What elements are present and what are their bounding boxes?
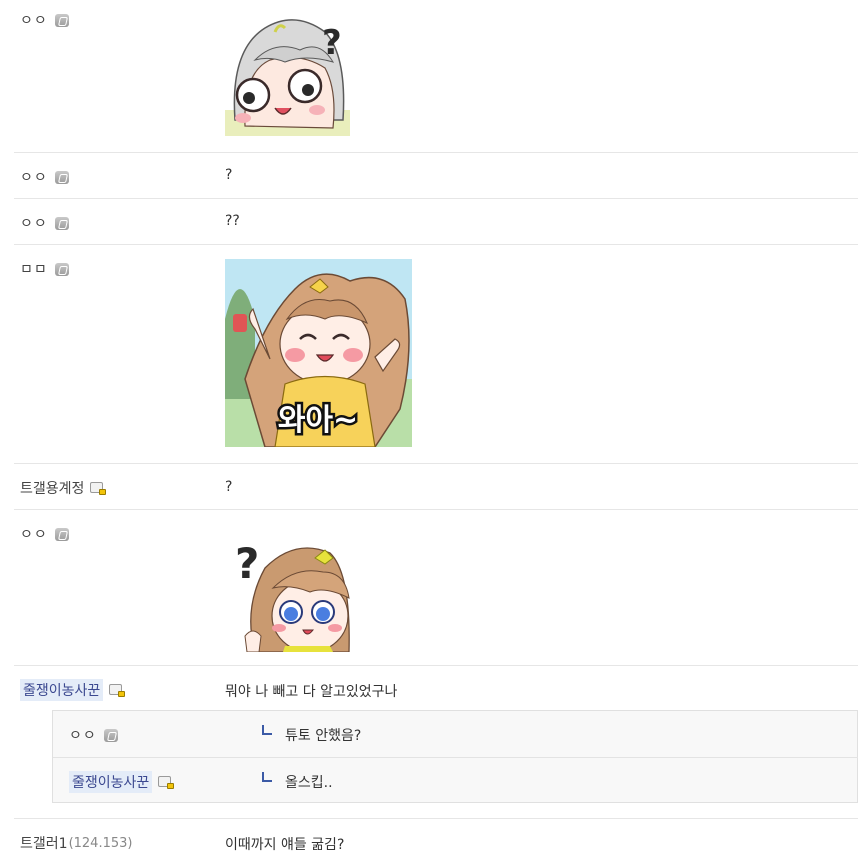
comment-item: 트갤러1 (124.153) 이때까지 얘들 굶김? [14,818,858,863]
comment-nickname[interactable]: ㅁㅁ [20,257,69,281]
reply-text: 튜토 안했음? [285,728,362,744]
comment-text: ?? [225,213,240,229]
comment-text: ? [225,167,233,183]
reply-text: 올스킵.. [285,775,333,791]
fixed-nick-lock-icon [90,481,107,495]
dccon-sticker-brown-hair-girl-question: ? [225,528,351,652]
comment-item: 줄쟁이농사꾼 뭐야 나 빼고 다 알고있었구나 [14,665,858,711]
gray-g-icon [54,13,69,27]
comment-text: ? [225,479,233,495]
reply-arrow-icon [262,772,272,782]
comment-item: ㅇㅇ ?? [14,198,858,244]
comment-ip: (124.153) [68,835,133,851]
comment-text: 뭐야 나 빼고 다 알고있었구나 [225,684,398,700]
svg-text:?: ? [322,23,342,63]
reply-item: 줄쟁이농사꾼 올스킵.. [53,757,858,803]
gray-g-icon [54,262,69,276]
comment-nickname[interactable]: ㅇㅇ [20,211,69,235]
comment-nickname[interactable]: ㅇㅇ [20,165,69,189]
svg-text:?: ? [235,539,259,588]
gray-g-icon [54,170,69,184]
gray-g-icon [103,728,118,742]
comment-item: ㅇㅇ ? [14,0,858,152]
comment-item: ㅇㅇ ? [14,509,858,665]
reply-item: ㅇㅇ 튜토 안했음? [53,711,858,757]
comment-nickname[interactable]: 줄쟁이농사꾼 [20,678,126,702]
reply-list: ㅇㅇ 튜토 안했음? 줄쟁이농사꾼 올스킵.. [52,710,858,803]
comment-nickname[interactable]: 트갤러1 (124.153) [20,831,132,855]
gray-g-icon [54,216,69,230]
fixed-nick-lock-icon [158,775,175,789]
reply-nickname[interactable]: ㅇㅇ [69,723,118,747]
reply-nickname[interactable]: 줄쟁이농사꾼 [69,770,175,794]
gray-g-icon [54,527,69,541]
comment-nickname[interactable]: 트갤용계정 [20,476,107,500]
comment-text: 이때까지 얘들 굶김? [225,837,345,853]
comment-item: 트갤용계정 ? [14,463,858,509]
sticker-caption: 와아~ [278,403,358,438]
comment-item: ㅁㅁ 와아~ [14,244,858,463]
dccon-sticker-silver-hair-girl: ? [225,10,350,136]
comment-nickname[interactable]: ㅇㅇ [20,522,69,546]
comment-nickname[interactable]: ㅇㅇ [20,8,69,32]
dccon-sticker-brown-hair-girl-waa: 와아~ [225,259,412,447]
comment-item: ㅇㅇ ? [14,152,858,198]
fixed-nick-lock-icon [109,683,126,697]
reply-arrow-icon [262,725,272,735]
